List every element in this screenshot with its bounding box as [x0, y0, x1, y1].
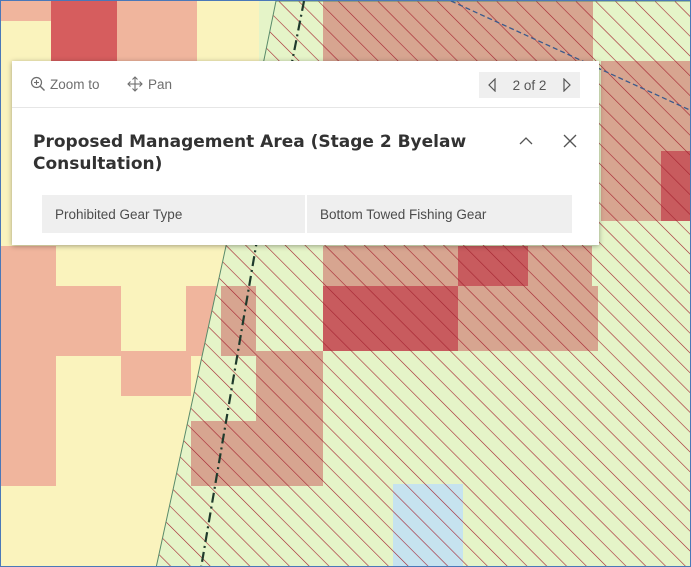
zoom-to-label: Zoom to	[50, 76, 100, 92]
feature-popup: Zoom to Pan 2 of 2 Proposed Management A…	[12, 61, 599, 245]
pan-label: Pan	[148, 76, 173, 92]
previous-feature-button[interactable]	[487, 78, 497, 92]
close-icon	[563, 134, 577, 148]
pan-move-icon	[127, 76, 143, 92]
next-feature-button[interactable]	[562, 78, 572, 92]
zoom-to-button[interactable]: Zoom to	[30, 75, 100, 93]
close-button[interactable]	[562, 133, 578, 154]
pager-count: 2 of 2	[512, 77, 547, 93]
popup-action-bar: Zoom to Pan 2 of 2	[12, 61, 599, 108]
attribute-field-value: Bottom Towed Fishing Gear	[307, 195, 572, 233]
feature-pager: 2 of 2	[479, 72, 580, 98]
pan-button[interactable]: Pan	[126, 75, 172, 93]
attribute-table: Prohibited Gear Type Bottom Towed Fishin…	[42, 195, 572, 233]
caret-left-icon	[488, 78, 496, 92]
popup-title: Proposed Management Area (Stage 2 Byelaw…	[33, 132, 467, 174]
chevron-up-icon	[519, 137, 533, 145]
collapse-button[interactable]	[518, 133, 534, 154]
caret-right-icon	[563, 78, 571, 92]
attribute-field-label: Prohibited Gear Type	[42, 195, 307, 233]
zoom-in-icon	[30, 76, 45, 91]
